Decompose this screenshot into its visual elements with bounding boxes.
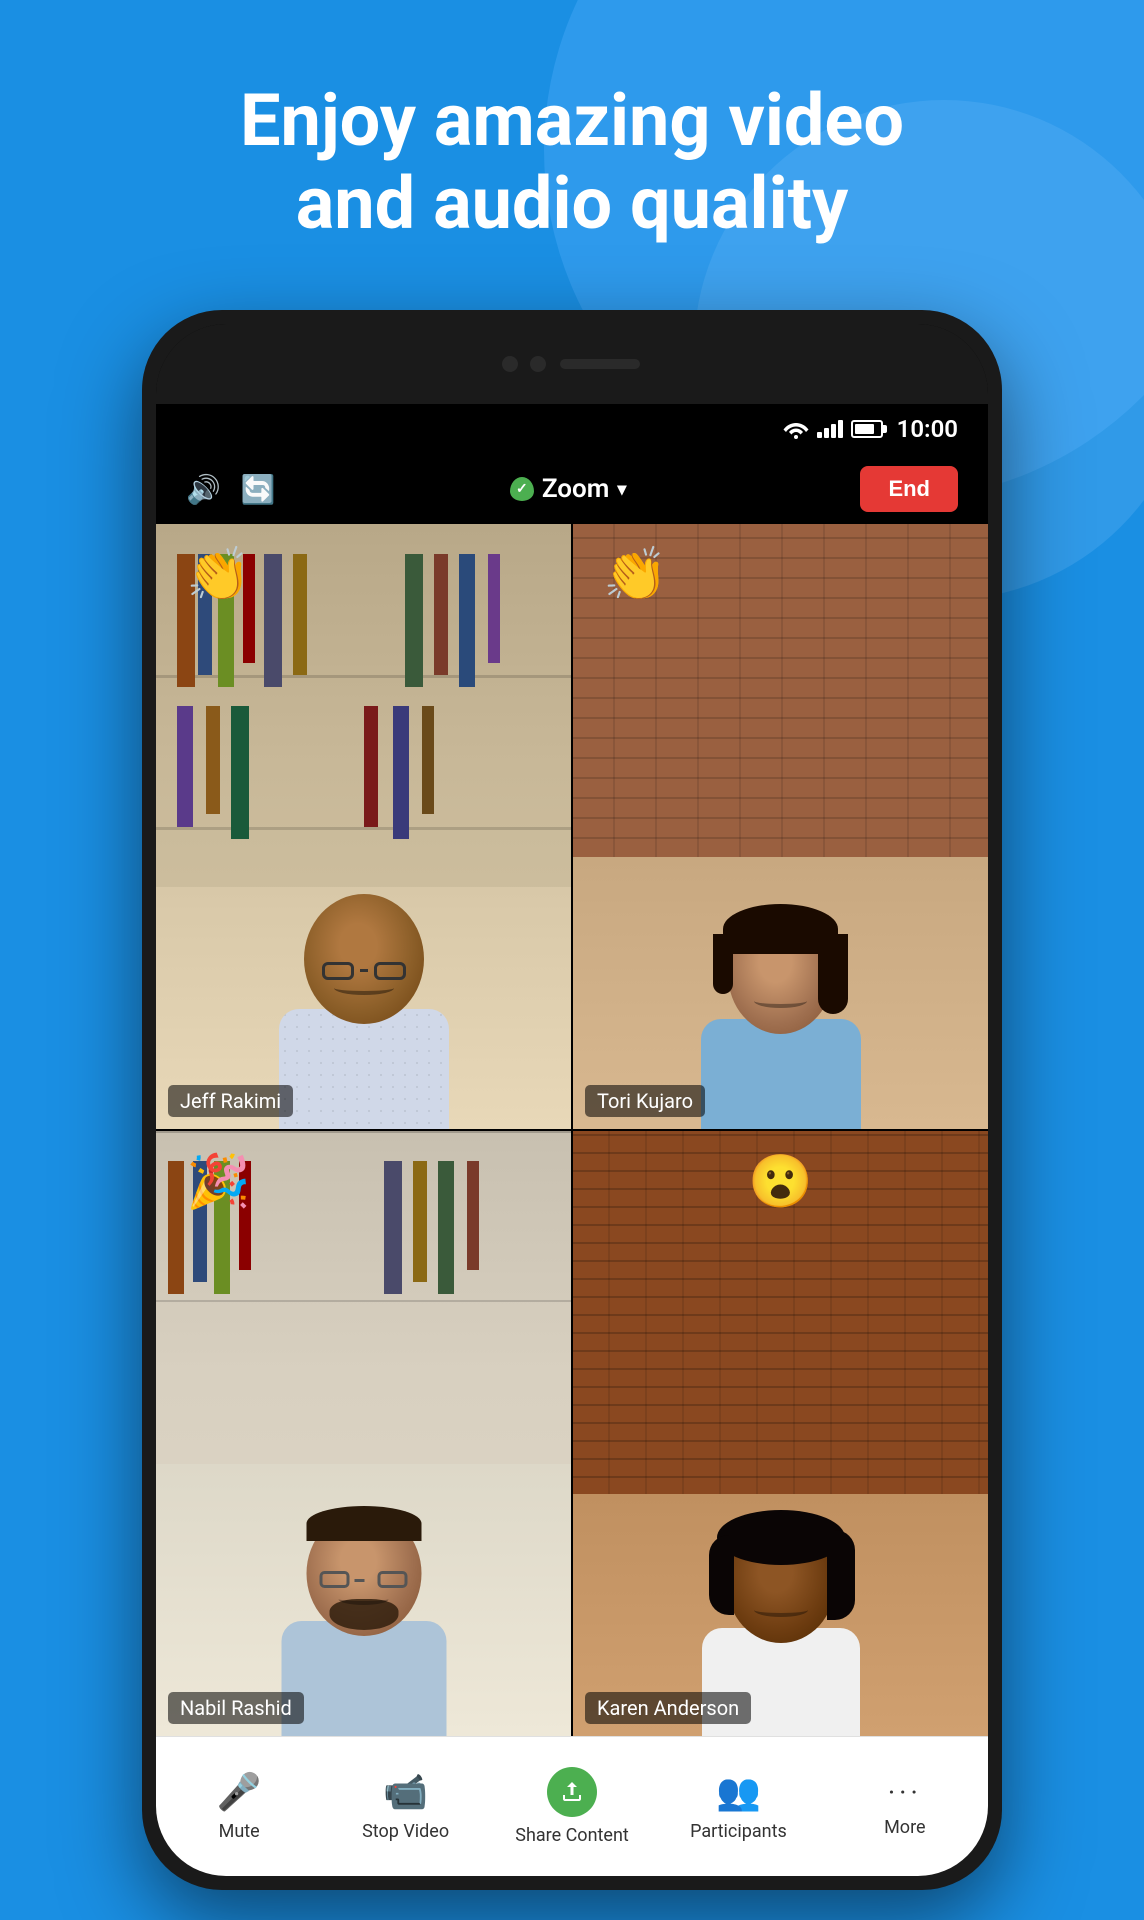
share-content-nav-item[interactable]: Share Content <box>489 1767 655 1846</box>
video-cell-nabil: 🎉 Nabil Rashid <box>156 1131 571 1736</box>
tori-emoji: 👏 <box>603 544 668 605</box>
jeff-emoji: 👏 <box>186 544 251 605</box>
share-content-label: Share Content <box>515 1825 629 1846</box>
more-icon: ··· <box>888 1776 922 1809</box>
status-icons <box>783 419 883 439</box>
phone-notch <box>156 324 988 404</box>
karen-name-tag: Karen Anderson <box>585 1692 751 1724</box>
chevron-down-icon: ▾ <box>617 479 626 500</box>
tori-name-tag: Tori Kujaro <box>585 1085 705 1117</box>
headline-text: Enjoy amazing video and audio quality <box>0 80 1144 246</box>
camera-dot-2 <box>530 356 546 372</box>
nabil-name-tag: Nabil Rashid <box>168 1692 304 1724</box>
video-cell-karen: 😮 Karen Anderson <box>573 1131 988 1736</box>
zoom-toolbar: 🔊 🔄 Zoom ▾ End <box>156 454 988 524</box>
bottom-nav: 🎤 Mute 📹 Stop Video Share Content 👥 Pa <box>156 1736 988 1876</box>
stop-video-label: Stop Video <box>362 1821 449 1842</box>
nabil-person <box>281 1511 446 1736</box>
zoom-shield-icon <box>510 477 534 501</box>
jeff-person <box>279 894 449 1129</box>
zoom-brand[interactable]: Zoom ▾ <box>296 474 841 504</box>
share-content-icon <box>547 1767 597 1817</box>
participants-label: Participants <box>690 1821 787 1842</box>
zoom-brand-label: Zoom <box>542 474 609 504</box>
mute-label: Mute <box>219 1821 260 1842</box>
video-cell-tori: 👏 Tori Kujaro <box>573 524 988 1129</box>
phone-mockup: 10:00 🔊 🔄 Zoom ▾ End <box>142 310 1002 1890</box>
participants-icon: 👥 <box>716 1771 761 1813</box>
jeff-name-tag: Jeff Rakimi <box>168 1085 293 1117</box>
camera-dot <box>502 356 518 372</box>
mute-nav-item[interactable]: 🎤 Mute <box>156 1771 322 1842</box>
karen-emoji: 😮 <box>748 1151 813 1212</box>
video-grid: 👏 Jeff Rakimi <box>156 524 988 1736</box>
signal-icon <box>817 420 843 438</box>
stop-video-icon: 📹 <box>383 1771 428 1813</box>
nabil-emoji: 🎉 <box>186 1151 251 1212</box>
battery-icon <box>851 420 883 438</box>
stop-video-nav-item[interactable]: 📹 Stop Video <box>322 1771 488 1842</box>
camera-flip-icon[interactable]: 🔄 <box>241 473 276 506</box>
more-label: More <box>884 1817 925 1838</box>
participants-nav-item[interactable]: 👥 Participants <box>655 1771 821 1842</box>
mute-icon: 🎤 <box>217 1771 262 1813</box>
status-time: 10:00 <box>897 415 958 443</box>
wifi-icon <box>783 419 809 439</box>
status-bar: 10:00 <box>156 404 988 454</box>
phone-speaker <box>560 359 640 369</box>
tori-person <box>701 914 861 1129</box>
video-cell-jeff: 👏 Jeff Rakimi <box>156 524 571 1129</box>
end-call-button[interactable]: End <box>860 466 958 512</box>
more-nav-item[interactable]: ··· More <box>822 1776 988 1838</box>
speaker-icon[interactable]: 🔊 <box>186 473 221 506</box>
